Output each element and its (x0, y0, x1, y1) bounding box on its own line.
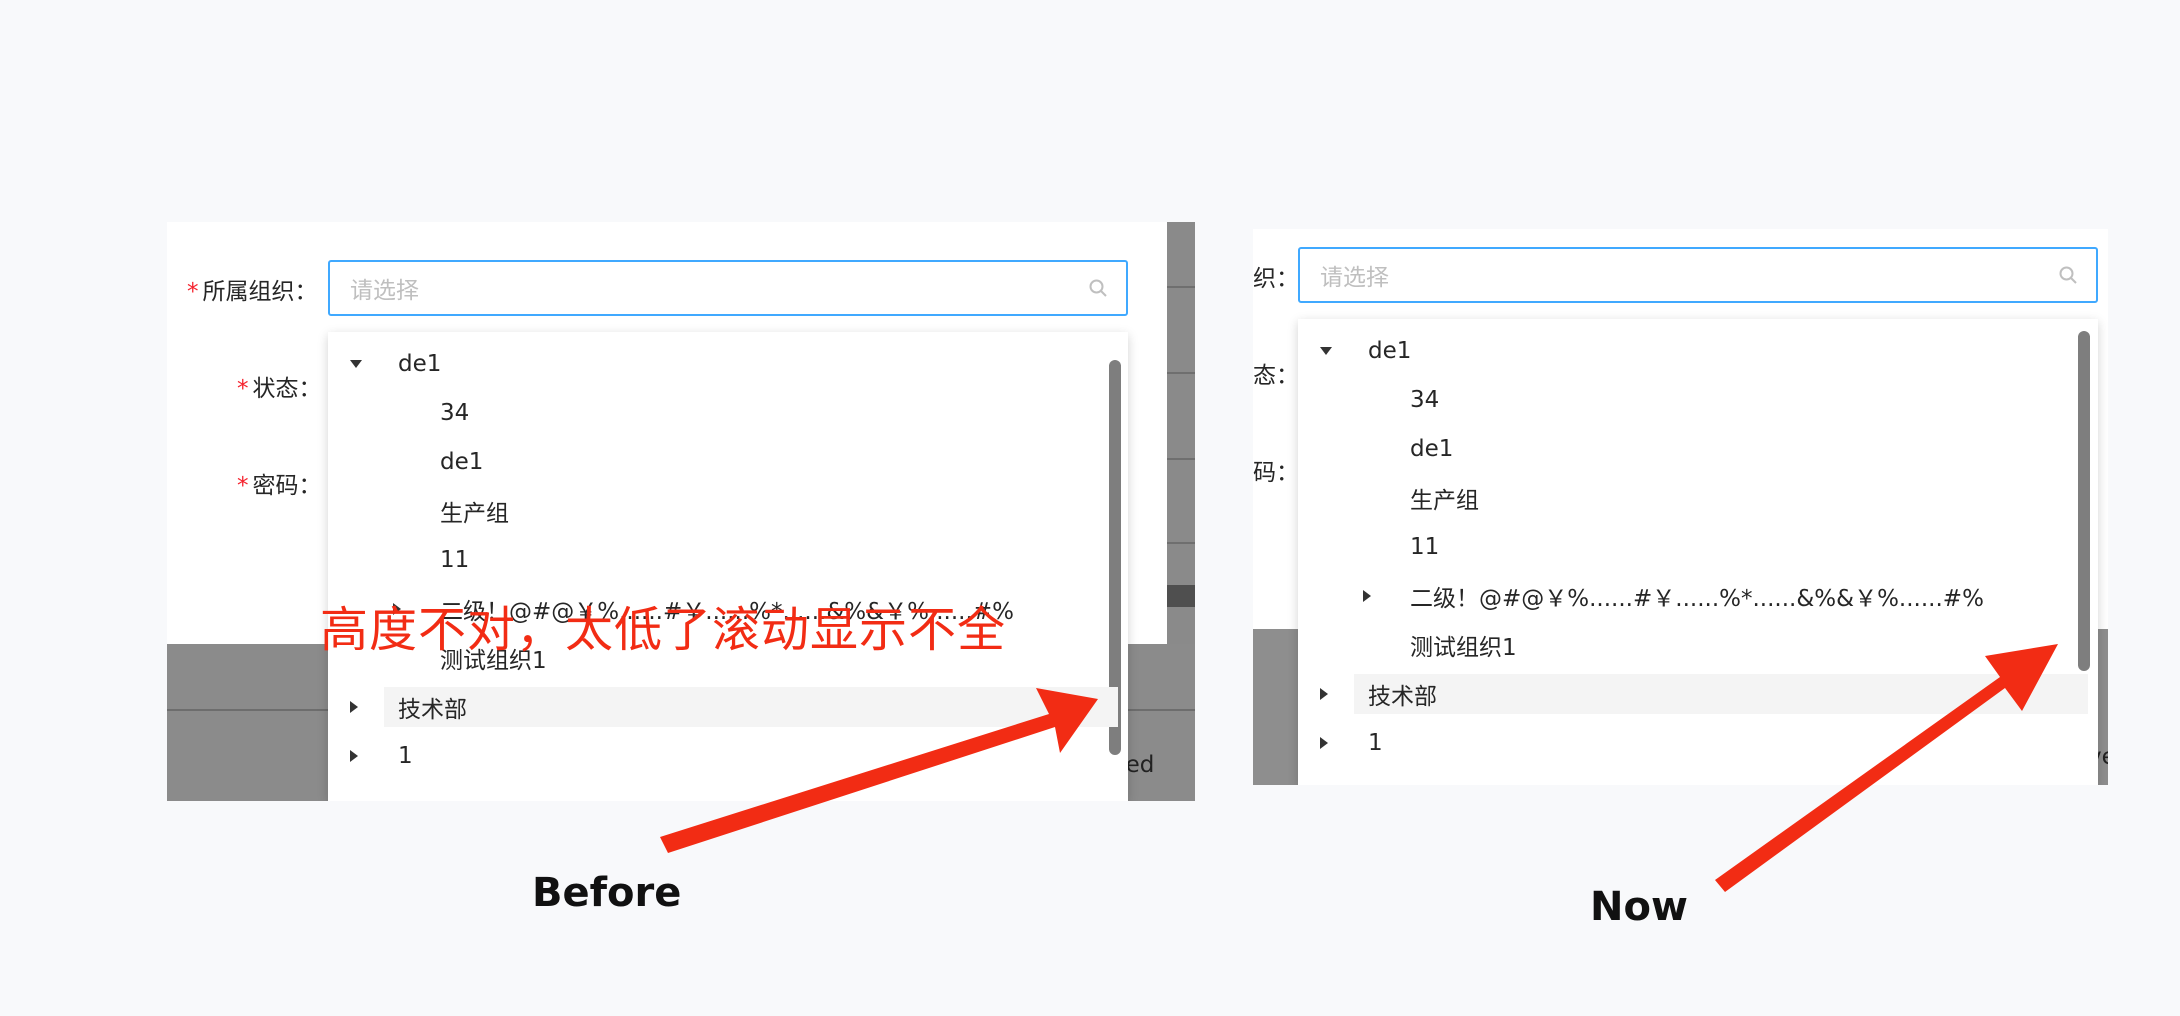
before-caption: Before (532, 870, 682, 916)
before-arrow-icon (660, 688, 1098, 853)
now-caption: Now (1590, 884, 1688, 930)
annotation-arrows (660, 644, 2058, 892)
now-arrow-icon (1715, 644, 2058, 892)
